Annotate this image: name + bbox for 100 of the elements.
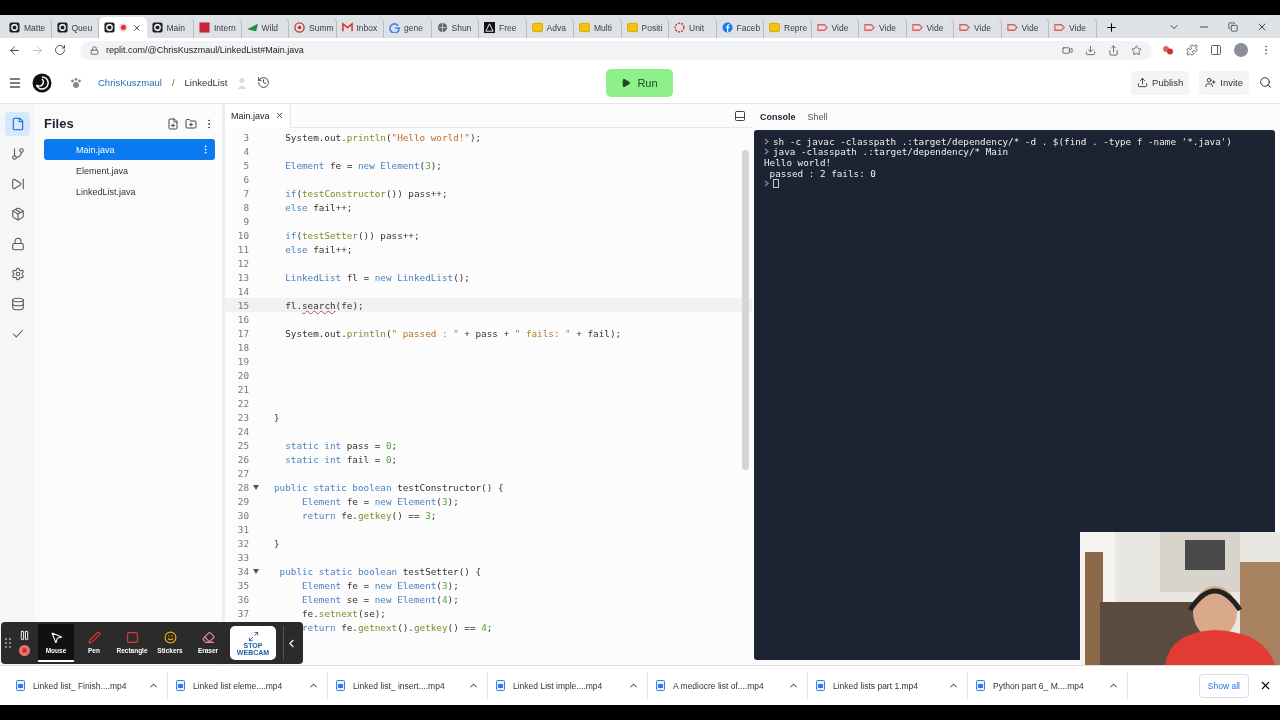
download-item[interactable]: Linked lists part 1.mp4 xyxy=(808,672,968,699)
line-number: 19 xyxy=(237,355,249,367)
line-number: 3 xyxy=(243,131,249,143)
folder-icon xyxy=(769,22,780,33)
download-item[interactable]: A mediocre list of....mp4 xyxy=(648,672,808,699)
console-line: sh -c javac -classpath .:target/dependency/* -d . $(find . -type f -name '*.java') xyxy=(773,135,1232,147)
repl-name[interactable]: LinkedList xyxy=(184,77,228,88)
spiral-icon xyxy=(104,22,115,33)
editor-tab[interactable]: Main.java xyxy=(225,103,291,128)
show-all-button[interactable]: Show all xyxy=(1198,673,1249,698)
restore-icon[interactable] xyxy=(1228,22,1238,32)
download-item[interactable]: Python part 6_ M....mp4 xyxy=(968,672,1128,699)
menu-icon[interactable] xyxy=(8,75,22,90)
new-file-icon[interactable] xyxy=(167,117,179,130)
file-item[interactable]: Element.java xyxy=(44,160,215,181)
square-icon xyxy=(199,22,210,33)
download-item[interactable]: Linked list_ Finish....mp4 xyxy=(8,672,168,699)
download-item[interactable]: Linked List imple....mp4 xyxy=(488,672,648,699)
line-number: 28 xyxy=(237,481,249,493)
close-icon[interactable] xyxy=(1256,21,1268,33)
console-tab[interactable]: Console xyxy=(760,112,796,122)
file-item[interactable]: LinkedList.java xyxy=(44,181,215,202)
side-panel-icon[interactable] xyxy=(1210,44,1222,56)
close-icon[interactable] xyxy=(1259,679,1272,692)
folder-icon xyxy=(531,22,543,33)
console-line: passed : 2 fails: 0 xyxy=(768,167,876,179)
search-icon[interactable] xyxy=(1259,76,1272,89)
new-folder-icon[interactable] xyxy=(185,117,197,130)
line-number: 33 xyxy=(237,551,249,563)
settings-icon xyxy=(10,267,25,281)
code-line: } xyxy=(274,411,280,423)
line-number: 30 xyxy=(237,509,249,521)
close-icon[interactable] xyxy=(274,111,284,120)
line-number: 7 xyxy=(243,187,249,199)
logo-icon[interactable] xyxy=(32,72,52,93)
grip-icon[interactable] xyxy=(5,637,11,649)
pointer-icon xyxy=(49,630,63,644)
code-line: if(testConstructor()) pass++; xyxy=(284,187,448,199)
check-icon xyxy=(10,327,25,341)
code-line: fe.setnext(se); xyxy=(301,607,386,619)
plus-icon[interactable] xyxy=(1104,21,1118,34)
back-icon[interactable] xyxy=(8,43,21,57)
reload-icon[interactable] xyxy=(54,44,66,56)
download-item[interactable]: Linked list_ insert....mp4 xyxy=(328,672,488,699)
line-number: 26 xyxy=(237,453,249,465)
scrollbar[interactable] xyxy=(742,150,749,470)
line-number: 37 xyxy=(237,607,249,619)
triangle-icon xyxy=(484,22,495,33)
code-line: return fe.getkey() == 3; xyxy=(301,509,437,521)
line-number: 10 xyxy=(237,229,249,241)
share-icon[interactable] xyxy=(1108,44,1119,56)
stop-icon[interactable] xyxy=(19,645,30,656)
pen-icon xyxy=(87,630,101,644)
code-line: public static boolean testConstructor() { xyxy=(274,481,504,493)
eraser-icon xyxy=(201,630,215,644)
camera-icon[interactable] xyxy=(1062,44,1073,56)
download-icon[interactable] xyxy=(1085,44,1096,56)
address-bar[interactable]: replit.com/@ChrisKuszmaul/LinkedList#Main.java xyxy=(80,40,1152,60)
layout-icon[interactable] xyxy=(734,109,746,122)
line-number: 21 xyxy=(237,383,249,395)
person-icon xyxy=(237,76,248,89)
folder-icon xyxy=(579,22,590,33)
globe-icon xyxy=(436,22,448,33)
code-line: else fail++; xyxy=(284,243,353,255)
branch-icon xyxy=(10,147,25,161)
line-number: 22 xyxy=(237,397,249,409)
fold-triangle-icon[interactable] xyxy=(253,484,259,490)
code-line: fl.search(fe); xyxy=(284,299,364,311)
console-line: java -classpath .:target/dependency/* Main xyxy=(773,146,1009,158)
code-line: static int pass = 0; xyxy=(284,439,398,451)
line-number: 29 xyxy=(237,495,249,507)
fold-triangle-icon[interactable] xyxy=(253,568,259,574)
download-item[interactable]: Linked list eleme....mp4 xyxy=(168,672,328,699)
console-output[interactable]: sh -c javac -classpath .:target/dependency/* -d . $(find . -type f -name '*.java') java -classpath .:target/dependency/* Main Hello world! passed : 2 fails: 0 xyxy=(754,130,1275,660)
code-line: else fail++; xyxy=(284,201,353,213)
document-icon xyxy=(176,680,185,691)
profile-avatar[interactable] xyxy=(1234,43,1248,57)
line-number: 31 xyxy=(237,523,249,535)
star-icon[interactable] xyxy=(1131,44,1142,56)
file-item[interactable]: Main.java xyxy=(44,139,215,160)
text-cursor xyxy=(773,179,779,189)
publish-button[interactable]: Publish xyxy=(1131,70,1190,95)
line-number: 12 xyxy=(237,257,249,269)
console-tab[interactable]: Shell xyxy=(807,112,828,122)
lock-icon xyxy=(90,45,99,55)
pause-icon[interactable] xyxy=(19,630,30,641)
code-line: System.out.println("Hello world!"); xyxy=(284,131,482,143)
browser-tab[interactable] xyxy=(99,17,147,38)
line-number: 15 xyxy=(237,299,249,311)
line-number: 4 xyxy=(243,145,249,157)
code-line: if(testSetter()) pass++; xyxy=(284,229,420,241)
extension-icon[interactable] xyxy=(1162,44,1174,56)
puzzle-icon[interactable] xyxy=(1186,44,1198,56)
history-icon[interactable] xyxy=(257,76,271,89)
invite-button[interactable]: Invite xyxy=(1199,70,1249,95)
run-button[interactable]: Run xyxy=(606,69,673,97)
user-link[interactable]: ChrisKuszmaul xyxy=(98,77,162,88)
code-line: Element se = new Element(4); xyxy=(301,593,459,605)
document-icon xyxy=(336,680,345,691)
sidebar-tool[interactable] xyxy=(5,112,30,136)
